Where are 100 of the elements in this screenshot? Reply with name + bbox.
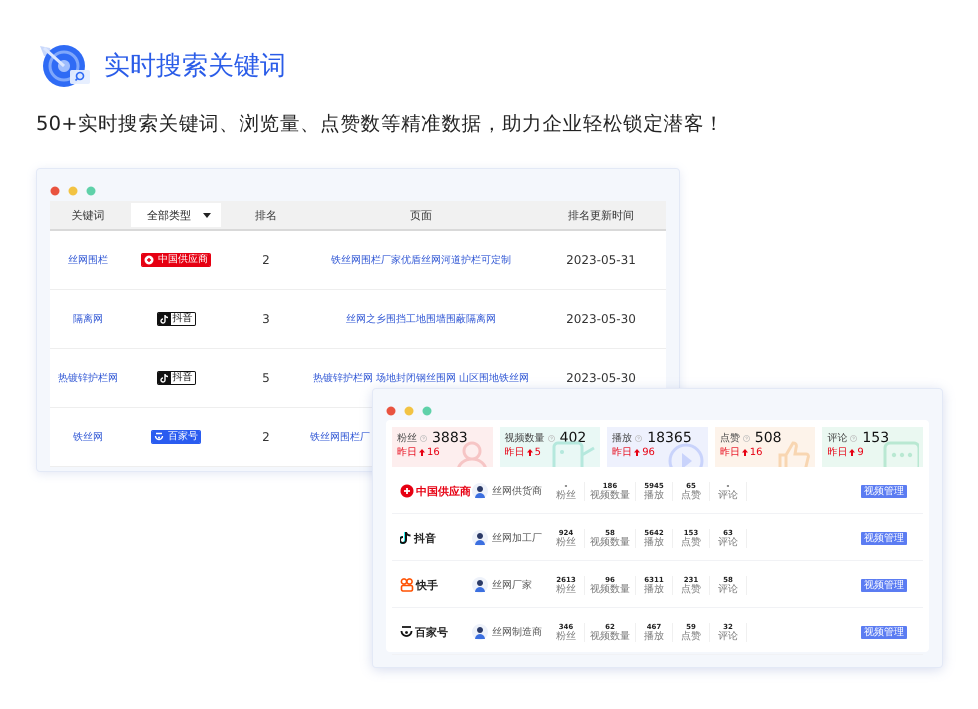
stat-value: 18365 [647,430,692,446]
update-date: 2023-05-30 [566,371,636,385]
page-link[interactable]: 铁丝网围栏厂家优盾丝网河道护栏可定制 [331,253,511,267]
stat-label: 评论 [827,432,848,445]
page-link[interactable]: 铁丝网围栏厂 [310,430,370,444]
column-header: 关键词 [72,208,104,222]
up-arrow-icon [634,449,640,456]
delta-label: 昨日 [720,447,740,458]
window-controls-icon [50,186,96,196]
delta-label: 昨日 [504,447,525,458]
supplier-logo-icon [400,484,414,498]
metric-label: 点赞 [681,536,701,548]
metric-label: 播放 [644,490,664,500]
video-manage-button[interactable]: 视频管理 [861,578,907,592]
help-icon [548,434,555,442]
metric-label: 评论 [718,536,738,548]
metric-label: 评论 [718,584,738,594]
help-icon [742,434,750,442]
stat-label: 视频数量 [504,432,545,445]
keyword-link[interactable]: 热镀锌护栏网 [58,371,118,385]
platform-name: 中国供应商 [416,484,471,498]
metric-label: 播放 [644,536,664,548]
stat-label: 播放 [612,432,632,445]
rank-number: 2 [262,430,270,444]
account-name: 丝网制造商 [492,626,543,639]
avatar-icon [472,483,488,499]
delta-value: 5 [534,447,541,458]
stat-value: 3883 [432,430,468,446]
platform-name: 抖音 [414,530,436,546]
up-arrow-icon [742,449,748,456]
delta-label: 昨日 [827,447,848,458]
platform-name: 百家号 [415,624,448,640]
video-manage-button[interactable]: 视频管理 [861,484,907,498]
section-title: 实时搜索关键词 [104,50,286,82]
up-arrow-icon [419,449,425,456]
metric-label: 点赞 [681,584,701,594]
rank-number: 2 [262,253,270,267]
metric-label: 视频数量 [590,536,630,548]
video-manage-button[interactable]: 视频管理 [861,532,907,544]
rank-number: 5 [262,371,270,385]
column-header: 排名 [255,208,277,222]
play-icon [668,441,704,467]
metric-label: 点赞 [681,630,701,642]
delta-value: 16 [750,447,763,458]
update-date: 2023-05-31 [566,253,636,267]
account-name: 丝网加工厂 [492,532,543,545]
stat-value: 153 [862,430,890,446]
keyword-link[interactable]: 隔离网 [73,312,103,326]
metric-label: 评论 [718,630,738,642]
metric-label: 点赞 [681,490,701,500]
metric-label: 播放 [644,584,664,594]
video-manage-button[interactable]: 视频管理 [861,626,907,638]
delta-value: 96 [642,447,655,458]
window-controls-icon [386,406,432,416]
delta-value: 16 [427,447,440,458]
music-note-icon [400,531,412,545]
type-dropdown[interactable]: 全部类型 [131,203,221,227]
metric-label: 视频数量 [590,584,630,594]
help-icon [850,434,858,442]
stat-value: 508 [754,430,782,446]
account-name: 丝网供货商 [492,484,543,498]
keyword-link[interactable]: 丝网围栏 [68,253,108,267]
metric-label: 粉丝 [556,630,576,642]
page-link[interactable]: 丝网之乡围挡工地围墙围蔽隔离网 [346,312,496,326]
metric-label: 视频数量 [590,630,630,642]
metric-label: 视频数量 [590,490,630,500]
stat-label: 粉丝 [397,432,417,445]
metric-label: 粉丝 [556,490,576,500]
metric-label: 粉丝 [556,536,576,548]
help-icon [420,434,427,442]
rank-number: 3 [262,312,270,326]
up-arrow-icon [526,449,533,456]
stat-label: 点赞 [720,432,740,445]
delta-value: 9 [857,447,864,458]
platform-name: 快手 [416,578,438,592]
avatar-icon [472,530,488,546]
avatar-icon [472,577,488,593]
metric-label: 评论 [718,490,738,500]
metric-label: 粉丝 [556,584,576,594]
delta-label: 昨日 [612,447,632,458]
baijia-logo-icon [400,625,413,639]
person-icon [454,441,489,467]
help-icon [635,434,642,442]
update-date: 2023-05-30 [566,312,636,326]
up-arrow-icon [849,449,856,456]
chat-bubble-icon [882,441,919,467]
metric-label: 播放 [644,630,664,642]
section-subtitle: 50+实时搜索关键词、浏览量、点赞数等精准数据，助力企业轻松锁定潜客！ [36,111,726,137]
keyword-link[interactable]: 铁丝网 [73,430,103,444]
video-camera-icon [552,441,596,467]
delta-label: 昨日 [397,447,417,458]
caret-icon [203,212,211,218]
account-name: 丝网厂家 [492,578,533,592]
column-header: 页面 [410,208,432,222]
thumbs-up-icon [777,441,812,467]
column-header: 排名更新时间 [568,208,634,222]
page-link[interactable]: 热镀锌护栏网 场地封闭钢丝围网 山区围地铁丝网 [312,371,530,385]
stat-value: 402 [560,430,586,446]
camera-logo-icon [400,578,414,592]
avatar-icon [472,624,488,640]
